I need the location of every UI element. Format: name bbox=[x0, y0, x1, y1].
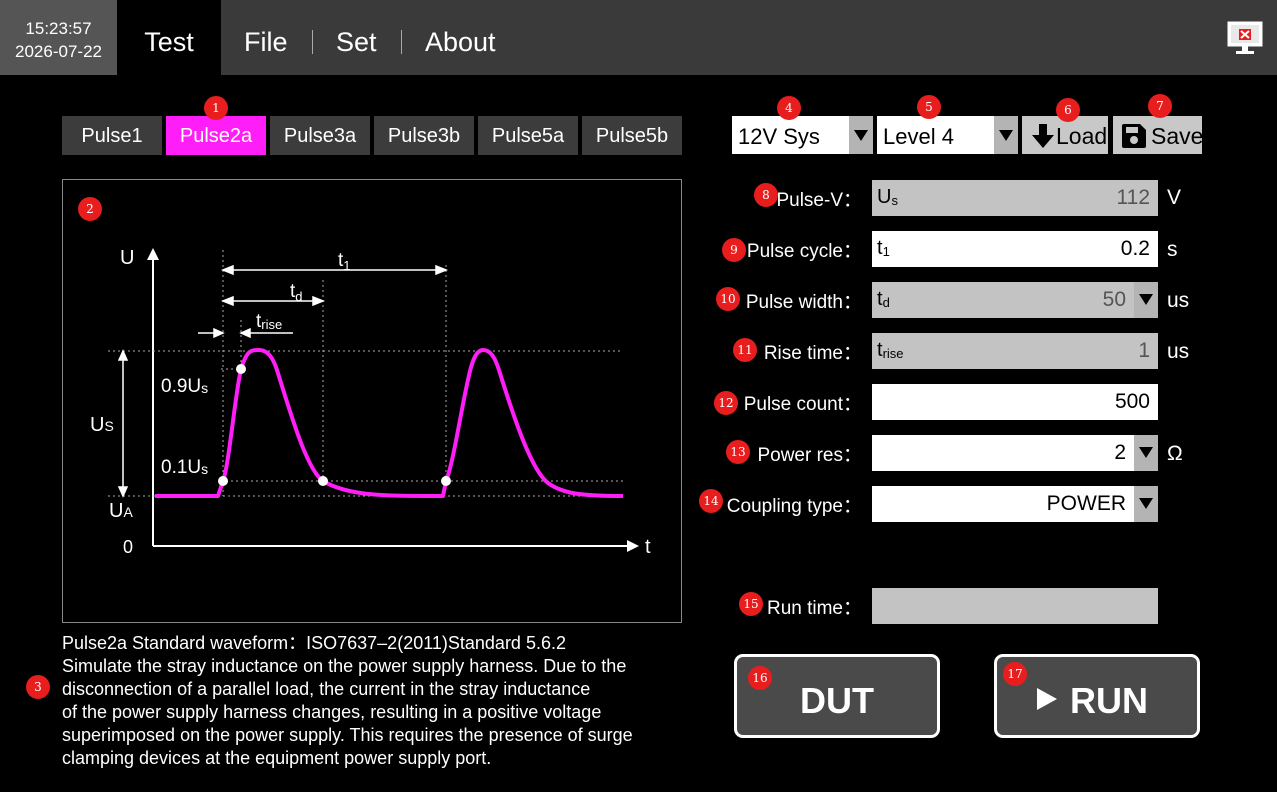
level-select-value: Level 4 bbox=[883, 124, 954, 149]
marker-13: 13 bbox=[726, 440, 750, 464]
pulse-cycle-value: 0.2 bbox=[1120, 237, 1150, 260]
axis-x-label: t bbox=[645, 536, 651, 558]
t1-label: t1 bbox=[338, 250, 351, 273]
pulse-tab-pulse5a[interactable]: Pulse5a bbox=[478, 116, 578, 155]
rise-time-value: 1 bbox=[1138, 339, 1150, 362]
marker-14: 14 bbox=[699, 489, 723, 513]
waveform-diagram: U t 0 t1 td trise 0.9Us 0.1Us US UA bbox=[62, 179, 682, 623]
clock-date: 2026-07-22 bbox=[15, 42, 102, 61]
level-select[interactable]: Level 4 bbox=[877, 116, 1018, 154]
rise-time-field[interactable]: trise 1 bbox=[872, 333, 1158, 369]
marker-7: 7 bbox=[1148, 94, 1172, 118]
chevron-down-icon bbox=[1134, 435, 1158, 471]
coupling-type-select[interactable]: POWER bbox=[872, 486, 1158, 522]
system-select[interactable]: 12V Sys bbox=[732, 116, 873, 154]
tab-test[interactable]: Test bbox=[117, 0, 221, 75]
tab-file[interactable]: File bbox=[244, 0, 288, 75]
power-res-label: Power res： bbox=[757, 445, 862, 466]
chevron-down-icon bbox=[1134, 486, 1158, 522]
marker-1: 1 bbox=[204, 96, 228, 120]
pulse-count-label: Pulse count： bbox=[743, 394, 862, 415]
marker-4: 4 bbox=[777, 96, 801, 120]
td-label: td bbox=[290, 281, 303, 304]
ua-label: UA bbox=[109, 500, 133, 522]
rise-time-unit: us bbox=[1167, 340, 1190, 363]
marker-3: 3 bbox=[26, 675, 50, 699]
level-01-label: 0.1Us bbox=[161, 457, 208, 478]
pulse-tab-pulse1[interactable]: Pulse1 bbox=[62, 116, 162, 155]
power-res-unit: Ω bbox=[1167, 442, 1183, 465]
dut-button-label: DUT bbox=[800, 680, 874, 721]
description-line: Simulate the stray inductance on the pow… bbox=[62, 656, 627, 676]
waveform-description: Pulse2a Standard waveform：ISO7637–2(2011… bbox=[62, 632, 702, 770]
clock-time: 15:23:57 bbox=[25, 19, 92, 38]
description-line: superimposed on the power supply. This r… bbox=[62, 725, 633, 745]
pulse-cycle-label: Pulse cycle： bbox=[746, 241, 862, 262]
pulse-v-value: 112 bbox=[1116, 186, 1150, 209]
pulse-width-select[interactable]: td 50 bbox=[872, 282, 1158, 318]
pulse-cycle-unit: s bbox=[1167, 238, 1178, 261]
pulse-count-field[interactable]: 500 bbox=[872, 384, 1158, 420]
description-line: Pulse2a Standard waveform：ISO7637–2(2011… bbox=[62, 633, 566, 653]
marker-15: 15 bbox=[739, 592, 763, 616]
pulse-tab-pulse5b[interactable]: Pulse5b bbox=[582, 116, 682, 155]
save-button-label: Save bbox=[1151, 123, 1204, 149]
play-icon bbox=[1037, 688, 1057, 710]
axis-y-label: U bbox=[120, 247, 134, 269]
marker-2: 2 bbox=[78, 197, 102, 221]
monitor-error-icon[interactable] bbox=[1226, 20, 1264, 56]
load-button-label: Load bbox=[1056, 123, 1108, 149]
pulse-tab-pulse3b[interactable]: Pulse3b bbox=[374, 116, 474, 155]
system-select-value: 12V Sys bbox=[738, 124, 820, 149]
pulse-count-value: 500 bbox=[1114, 390, 1150, 413]
coupling-type-label: Coupling type： bbox=[726, 496, 862, 517]
floppy-disk-icon bbox=[1122, 124, 1146, 148]
origin-label: 0 bbox=[123, 537, 133, 557]
marker-17: 17 bbox=[1003, 662, 1027, 686]
coupling-type-value: POWER bbox=[1046, 492, 1126, 515]
marker-6: 6 bbox=[1056, 98, 1080, 122]
pulse-width-label: Pulse width： bbox=[745, 292, 862, 313]
marker-9: 9 bbox=[722, 238, 746, 262]
us-label: US bbox=[90, 414, 114, 436]
marker-5: 5 bbox=[917, 95, 941, 119]
marker-11: 11 bbox=[733, 338, 757, 362]
save-button[interactable]: Save bbox=[1113, 116, 1204, 154]
pulse-width-unit: us bbox=[1167, 289, 1190, 312]
marker-16: 16 bbox=[748, 666, 772, 690]
rise-time-label: Rise time： bbox=[763, 343, 862, 364]
pulse-width-value: 50 bbox=[1102, 288, 1126, 311]
description-line: clamping devices at the equipment power … bbox=[62, 748, 492, 768]
pulse-v-field[interactable]: Us 112 bbox=[872, 180, 1158, 216]
marker-12: 12 bbox=[714, 391, 738, 415]
trise-label: trise bbox=[256, 311, 282, 332]
run-button-label: RUN bbox=[1070, 680, 1148, 721]
download-arrow-icon bbox=[1032, 124, 1054, 148]
clock: 15:23:57 2026-07-22 bbox=[0, 0, 117, 75]
chevron-down-icon bbox=[994, 116, 1018, 154]
pulse-cycle-field[interactable]: t1 0.2 bbox=[872, 231, 1158, 267]
power-res-value: 2 bbox=[1114, 441, 1126, 464]
pulse-v-unit: V bbox=[1167, 186, 1182, 209]
chevron-down-icon bbox=[1134, 282, 1158, 318]
pulse-tab-pulse3a[interactable]: Pulse3a bbox=[270, 116, 370, 155]
description-line: of the power supply harness changes, res… bbox=[62, 702, 602, 722]
power-res-select[interactable]: 2 bbox=[872, 435, 1158, 471]
chevron-down-icon bbox=[849, 116, 873, 154]
description-line: disconnection of a parallel load, the cu… bbox=[62, 679, 591, 699]
tab-about[interactable]: About bbox=[425, 0, 496, 75]
marker-8: 8 bbox=[754, 183, 778, 207]
run-time-field bbox=[872, 588, 1158, 624]
pulse-waveform bbox=[155, 348, 624, 498]
tab-set[interactable]: Set bbox=[336, 0, 377, 75]
level-09-label: 0.9Us bbox=[161, 376, 208, 397]
pulse-tab-pulse2a[interactable]: Pulse2a bbox=[166, 116, 266, 155]
marker-10: 10 bbox=[716, 287, 740, 311]
menu-divider bbox=[312, 30, 313, 54]
menu-divider bbox=[401, 30, 402, 54]
